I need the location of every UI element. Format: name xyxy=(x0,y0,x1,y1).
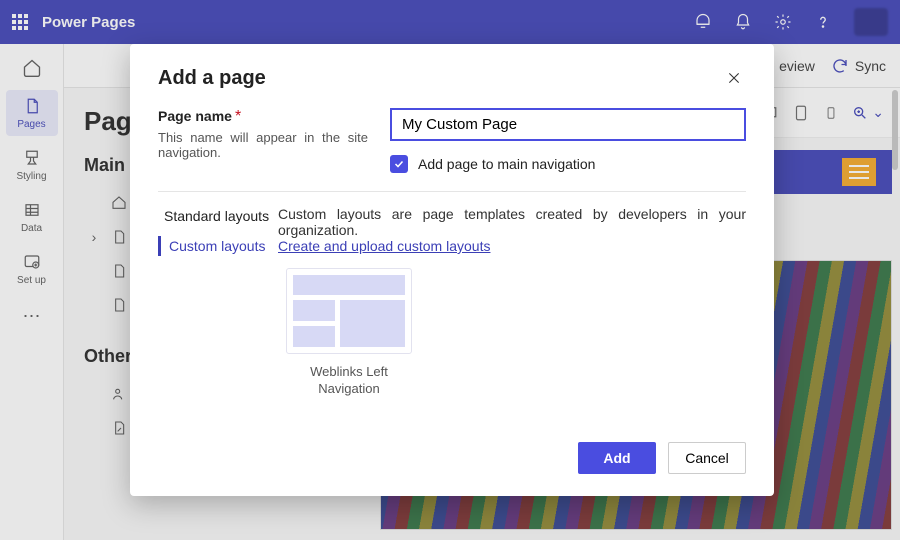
tab-custom-layouts[interactable]: Custom layouts xyxy=(158,236,278,256)
layout-description: Custom layouts are page templates create… xyxy=(278,206,746,238)
layout-card-label: Weblinks Left Navigation xyxy=(286,364,412,398)
add-button[interactable]: Add xyxy=(578,442,656,474)
dialog-title: Add a page xyxy=(158,67,266,90)
add-page-dialog: Add a page Page name* This name will app… xyxy=(130,44,774,496)
page-name-help: This name will appear in the site naviga… xyxy=(158,130,368,160)
divider xyxy=(158,191,746,192)
layout-thumbnail xyxy=(286,268,412,354)
cancel-button[interactable]: Cancel xyxy=(668,442,746,474)
page-name-input[interactable] xyxy=(390,108,746,141)
create-upload-link[interactable]: Create and upload custom layouts xyxy=(278,238,490,254)
tab-standard-layouts[interactable]: Standard layouts xyxy=(158,206,278,226)
close-icon xyxy=(726,70,742,86)
add-to-nav-checkbox[interactable] xyxy=(390,155,408,173)
required-indicator: * xyxy=(235,108,241,125)
layout-card-weblinks-left-nav[interactable]: Weblinks Left Navigation xyxy=(286,268,412,398)
check-icon xyxy=(393,158,405,170)
add-to-nav-label: Add page to main navigation xyxy=(418,156,595,172)
close-button[interactable] xyxy=(722,66,746,90)
page-name-label: Page name xyxy=(158,108,232,124)
